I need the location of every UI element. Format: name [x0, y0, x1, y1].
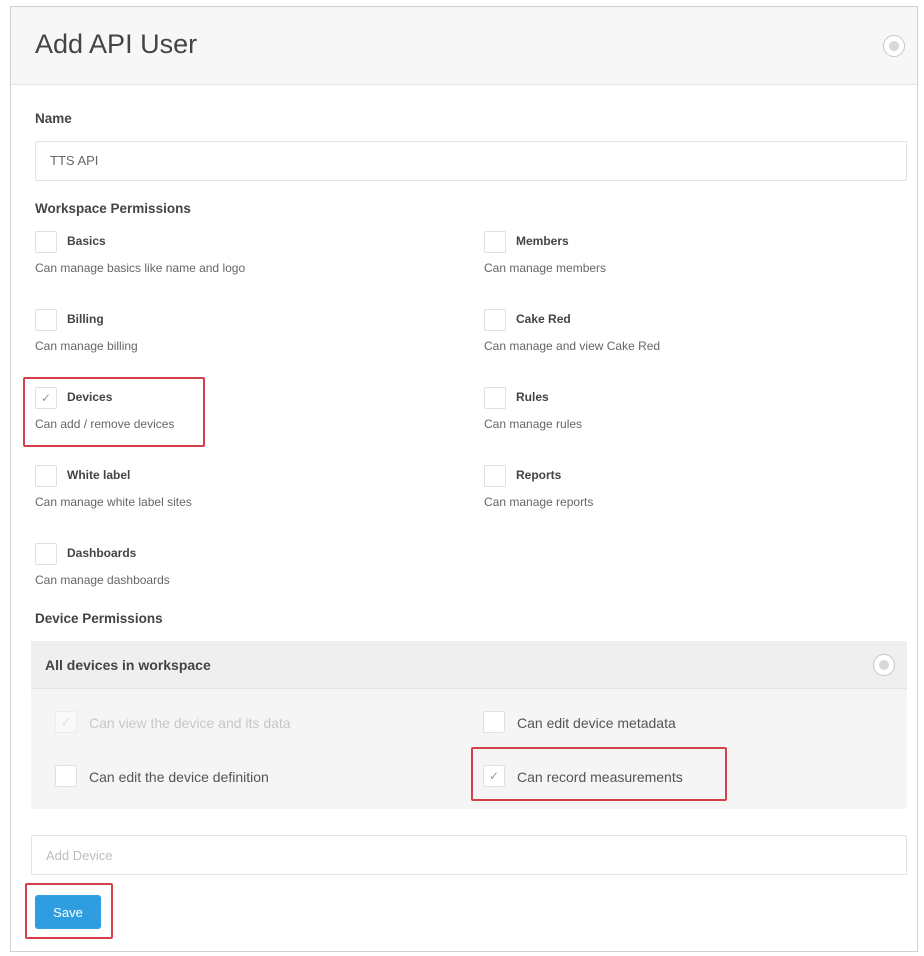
perm-description: Can manage basics like name and logo [35, 261, 246, 275]
remove-icon[interactable] [873, 654, 895, 676]
device-panel-title: All devices in workspace [45, 657, 211, 673]
perm-description: Can manage dashboards [35, 573, 170, 587]
billing-checkbox[interactable] [35, 309, 57, 331]
device-permissions-label: Device Permissions [35, 611, 163, 626]
perm-white-label: White label Can manage white label sites [35, 465, 365, 515]
dperm-label: Can edit the device definition [89, 769, 269, 785]
name-label: Name [35, 111, 72, 126]
perm-members: Members Can manage members [484, 231, 814, 281]
perm-title: Basics [67, 234, 106, 248]
perm-description: Can manage and view Cake Red [484, 339, 661, 353]
reports-checkbox[interactable] [484, 465, 506, 487]
perm-reports: Reports Can manage reports [484, 465, 814, 515]
perm-description: Can manage rules [484, 417, 583, 431]
devices-highlight-box [23, 377, 205, 447]
perm-dashboards: Dashboards Can manage dashboards [35, 543, 365, 593]
perm-description: Can manage billing [35, 339, 138, 353]
device-panel-header: All devices in workspace [31, 641, 907, 689]
perm-title: Rules [516, 390, 549, 404]
perm-rules: Rules Can manage rules [484, 387, 814, 437]
view-device-checkbox: ✓ [55, 711, 77, 733]
edit-definition-checkbox[interactable] [55, 765, 77, 787]
white-label-checkbox[interactable] [35, 465, 57, 487]
perm-description: Can manage white label sites [35, 495, 192, 509]
edit-metadata-checkbox[interactable] [483, 711, 505, 733]
perm-cake-red: Cake Red Can manage and view Cake Red [484, 309, 814, 359]
add-device-input[interactable] [31, 835, 907, 875]
workspace-permissions-label: Workspace Permissions [35, 201, 191, 216]
device-permissions-panel: All devices in workspace ✓ Can view the … [31, 641, 907, 809]
members-checkbox[interactable] [484, 231, 506, 253]
perm-basics: Basics Can manage basics like name and l… [35, 231, 365, 281]
perm-title: Billing [67, 312, 104, 326]
dialog-title: Add API User [35, 29, 198, 59]
add-api-user-dialog: Add API User Name TTS API Workspace Perm… [10, 6, 918, 952]
dashboards-checkbox[interactable] [35, 543, 57, 565]
perm-title: Members [516, 234, 569, 248]
cake-red-checkbox[interactable] [484, 309, 506, 331]
name-input[interactable]: TTS API [35, 141, 907, 181]
save-button[interactable]: Save [35, 895, 101, 929]
dperm-label: Can view the device and its data [89, 715, 291, 731]
perm-title: Dashboards [67, 546, 137, 560]
checkmark-icon: ✓ [60, 715, 72, 729]
dialog-header: Add API User [11, 7, 917, 85]
basics-checkbox[interactable] [35, 231, 57, 253]
perm-title: White label [67, 468, 131, 482]
close-icon[interactable] [883, 35, 905, 57]
perm-description: Can manage reports [484, 495, 594, 509]
record-measurements-highlight-box [471, 747, 727, 801]
rules-checkbox[interactable] [484, 387, 506, 409]
dperm-label: Can edit device metadata [517, 715, 676, 731]
perm-title: Cake Red [516, 312, 571, 326]
perm-billing: Billing Can manage billing [35, 309, 365, 359]
perm-description: Can manage members [484, 261, 607, 275]
perm-title: Reports [516, 468, 562, 482]
